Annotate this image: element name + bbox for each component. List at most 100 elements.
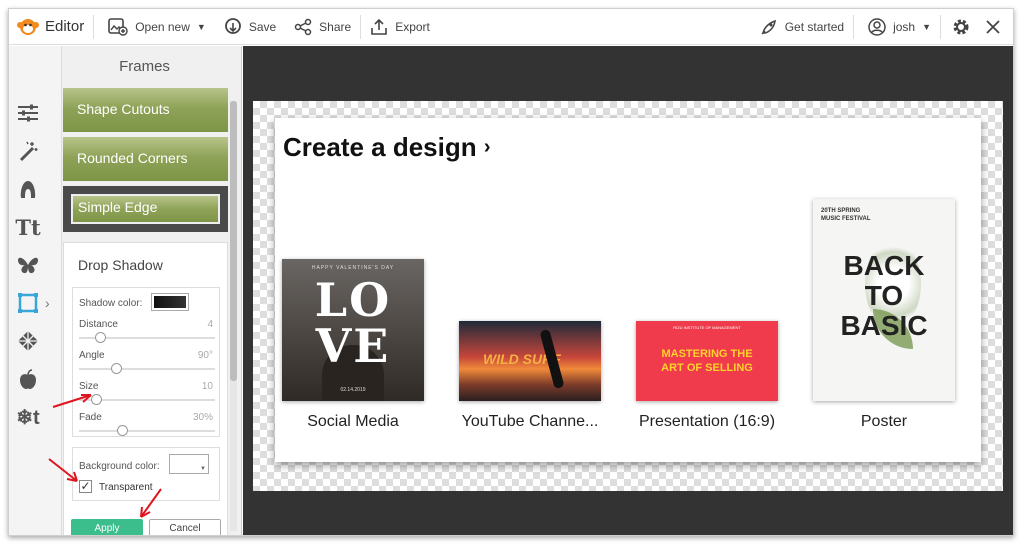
magic-wand-icon <box>19 141 38 162</box>
thumb-poster-subtitle-1: 20TH SPRING <box>821 208 861 214</box>
heading-text: Create a design <box>283 132 477 162</box>
thumb-poster-subtitle-2: MUSIC FESTIVAL <box>821 216 871 222</box>
touch-up-button[interactable] <box>15 176 41 202</box>
design-label: Social Media <box>307 413 399 430</box>
thumb-subtitle: HAPPY VALENTINE'S DAY <box>311 265 395 271</box>
frame-option-simple-edge[interactable]: Simple Edge <box>63 186 228 232</box>
shadow-options: Shadow color: Distance 4 Angle 90° Size … <box>72 287 220 437</box>
thumb-poster-basic: BASIC <box>840 310 928 341</box>
get-started-button[interactable]: Get started <box>751 9 853 45</box>
get-started-label: Get started <box>784 19 845 34</box>
cancel-button[interactable]: Cancel <box>149 519 221 535</box>
chevron-down-icon: ▼ <box>200 466 206 472</box>
frames-button[interactable] <box>15 290 41 316</box>
youtube-thumbnail: WILD SURF <box>459 321 601 401</box>
frame-preview: Simple Edge <box>71 194 220 224</box>
distance-slider-handle[interactable] <box>95 332 106 343</box>
chevron-right-icon: › <box>483 136 491 158</box>
background-color-picker[interactable]: ▼ <box>169 454 209 474</box>
texture-icon <box>18 331 38 351</box>
apple-icon <box>20 369 36 389</box>
annotation-arrow-size <box>52 394 92 408</box>
chevron-down-icon: ▼ <box>196 21 206 32</box>
butterfly-icon <box>18 257 38 274</box>
angle-slider[interactable] <box>79 368 215 370</box>
frames-panel: Frames Shape Cutouts Rounded Corners Sim… <box>62 46 242 535</box>
settings-button[interactable] <box>941 9 981 45</box>
thumb-love-text: LOVE <box>314 273 392 373</box>
drop-shadow-title: Drop Shadow <box>78 257 163 273</box>
close-icon <box>986 19 1000 34</box>
fade-slider[interactable] <box>79 430 215 432</box>
chevron-down-icon: ▼ <box>922 21 931 32</box>
user-menu[interactable]: josh ▼ <box>854 9 940 45</box>
apply-button[interactable]: Apply <box>71 519 143 535</box>
frame-option-shape-cutouts[interactable]: Shape Cutouts <box>63 88 228 134</box>
save-button[interactable]: Save <box>215 9 285 45</box>
text-icon[interactable]: Tt <box>15 214 41 240</box>
adjustments-button[interactable] <box>15 100 41 126</box>
design-card[interactable]: Create a design › HAPPY VALENTINE'S DAY … <box>275 118 981 462</box>
adjustments-icon <box>18 104 38 122</box>
share-button[interactable]: Share <box>285 9 360 45</box>
frame-label: Shape Cutouts <box>77 101 170 117</box>
workspace: Create a design › HAPPY VALENTINE'S DAY … <box>243 46 1013 535</box>
scrollbar-thumb[interactable] <box>230 101 237 381</box>
panel-scrollbar[interactable] <box>230 101 237 531</box>
distance-label: Distance <box>79 319 118 330</box>
gear-icon <box>953 19 969 34</box>
design-tile-presentation[interactable]: RIZU INSTITUTE OF MANAGEMENT MASTERING T… <box>636 321 778 439</box>
monkey-logo-icon <box>17 18 39 35</box>
social-media-thumbnail: HAPPY VALENTINE'S DAY LOVE 02.14.2019 <box>282 259 424 401</box>
create-design-heading[interactable]: Create a design › <box>283 132 491 163</box>
frame-label: Simple Edge <box>78 199 158 215</box>
frame-option-rounded-corners[interactable]: Rounded Corners <box>63 137 228 183</box>
close-button[interactable] <box>981 9 1013 45</box>
share-icon <box>294 18 312 35</box>
frame-label: Rounded Corners <box>77 150 188 166</box>
fade-value: 30% <box>192 412 213 423</box>
angle-slider-handle[interactable] <box>111 363 122 374</box>
design-label: Presentation (16:9) <box>638 413 776 430</box>
open-new-button[interactable]: Open new ▼ <box>94 9 215 45</box>
seasonal-icon[interactable]: ❄t <box>15 404 41 430</box>
textures-button[interactable] <box>15 328 41 354</box>
thumb-poster-to: TO <box>864 280 904 311</box>
design-tile-social-media[interactable]: HAPPY VALENTINE'S DAY LOVE 02.14.2019 So… <box>282 259 424 439</box>
active-chevron-icon: › <box>45 295 50 311</box>
thumb-institute: RIZU INSTITUTE OF MANAGEMENT <box>673 325 741 330</box>
fade-slider-handle[interactable] <box>117 425 128 436</box>
user-name: josh <box>893 19 916 34</box>
design-tile-youtube-channel[interactable]: WILD SURF YouTube Channe... <box>459 321 601 439</box>
canvas[interactable]: Create a design › HAPPY VALENTINE'S DAY … <box>253 101 1003 491</box>
poster-thumbnail: 20TH SPRING MUSIC FESTIVAL BACK TO BASIC <box>813 199 955 401</box>
distance-value: 4 <box>207 319 213 330</box>
shadow-color-swatch[interactable] <box>151 293 189 311</box>
thumb-title-line-1: MASTERING THE <box>661 348 753 360</box>
angle-label: Angle <box>79 350 105 361</box>
panel-title: Frames <box>119 58 170 75</box>
open-new-label: Open new <box>135 19 190 34</box>
thumb-poster-back: BACK <box>843 250 925 281</box>
angle-value: 90° <box>197 350 213 361</box>
design-label: Poster <box>860 413 908 430</box>
frame-icon <box>18 293 38 313</box>
touch-up-icon <box>20 181 36 198</box>
annotation-arrow-transparent <box>48 458 78 482</box>
design-label: YouTube Channe... <box>461 413 599 430</box>
export-button[interactable]: Export <box>361 9 439 45</box>
thumb-date: 02.14.2019 <box>340 387 366 393</box>
editor-window: Editor Open new ▼ Save Share Export Get … <box>8 8 1014 536</box>
thumb-title-line-2: ART OF SELLING <box>661 362 753 374</box>
save-label: Save <box>248 19 277 34</box>
graphics-button[interactable] <box>15 252 41 278</box>
app-logo[interactable]: Editor <box>9 9 93 45</box>
design-tile-poster[interactable]: 20TH SPRING MUSIC FESTIVAL BACK TO BASIC… <box>813 199 955 439</box>
top-toolbar: Editor Open new ▼ Save Share Export Get … <box>9 9 1013 45</box>
open-image-icon <box>108 17 128 36</box>
themes-button[interactable] <box>15 366 41 392</box>
shadow-color-label: Shadow color: <box>79 298 143 309</box>
app-name: Editor <box>45 18 85 35</box>
share-label: Share <box>319 19 352 34</box>
effects-button[interactable] <box>15 138 41 164</box>
